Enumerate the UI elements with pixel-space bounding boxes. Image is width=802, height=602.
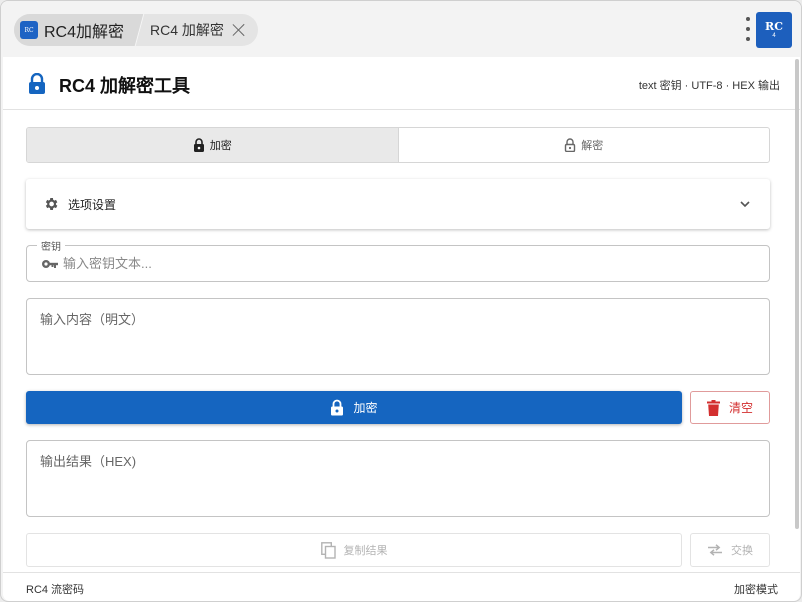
key-icon — [42, 259, 58, 268]
key-input[interactable] — [63, 256, 743, 271]
status-bar: RC4 流密码 加密模式 — [3, 572, 800, 601]
tab-rc4-active[interactable]: RC RC4加解密 — [14, 14, 135, 46]
copy-icon — [320, 541, 336, 559]
format-info: text 密钥 · UTF-8 · HEX 输出 — [638, 80, 780, 92]
gear-icon — [45, 198, 58, 210]
decrypt-mode-button[interactable]: 解密 — [399, 128, 770, 162]
swap-label: 交换 — [731, 545, 753, 557]
page-title: RC4 加解密工具 — [59, 76, 191, 96]
decrypt-mode-label: 解密 — [581, 140, 604, 152]
cipher-name: RC4 流密码 — [26, 584, 85, 596]
tab-group: RC RC4加解密 RC4 加解密 — [14, 14, 258, 46]
key-field-label: 密钥 — [37, 238, 65, 253]
output-field[interactable] — [26, 440, 770, 517]
mode-toggle: 加密 解密 — [26, 127, 770, 163]
tab-rc4-secondary[interactable]: RC4 加解密 — [134, 20, 246, 40]
swap-button[interactable]: 交换 — [690, 533, 770, 567]
brand-logo: RC 4 — [756, 12, 792, 48]
lock-icon — [193, 138, 204, 152]
encrypt-mode-button[interactable]: 加密 — [27, 128, 399, 162]
app-window: RC RC4加解密 RC4 加解密 RC 4 RC4 加解密工具 text 密钥… — [0, 0, 802, 602]
tab-label: RC4 加解密 — [150, 22, 224, 38]
close-icon[interactable] — [232, 23, 246, 37]
clear-button[interactable]: 清空 — [690, 391, 770, 424]
vertical-scrollbar[interactable] — [795, 59, 799, 529]
key-field: 密钥 — [26, 238, 770, 282]
clear-button-label: 清空 — [728, 401, 753, 415]
tab-bar: RC RC4加解密 RC4 加解密 RC 4 — [1, 1, 801, 57]
mode-status: 加密模式 — [734, 584, 778, 596]
lock-icon — [29, 73, 45, 94]
copy-result-label: 复制结果 — [343, 545, 388, 557]
trash-icon — [706, 399, 720, 416]
lock-icon — [331, 399, 344, 416]
swap-icon — [708, 544, 722, 556]
brand-num: 4 — [772, 32, 776, 39]
options-label: 选项设置 — [68, 197, 117, 212]
copy-result-button[interactable]: 复制结果 — [26, 533, 682, 567]
encrypt-button[interactable]: 加密 — [26, 391, 682, 424]
page-header: RC4 加解密工具 text 密钥 · UTF-8 · HEX 输出 — [3, 57, 800, 110]
encrypt-mode-label: 加密 — [209, 140, 232, 152]
more-menu-icon[interactable] — [745, 17, 751, 41]
encrypt-button-label: 加密 — [353, 401, 378, 415]
chevron-down-icon — [740, 201, 750, 208]
tab-label: RC4加解密 — [44, 24, 125, 41]
brand-rc: RC — [765, 19, 783, 33]
plaintext-input[interactable] — [26, 298, 770, 375]
main-card: RC4 加解密工具 text 密钥 · UTF-8 · HEX 输出 加密 解密 — [3, 57, 800, 601]
lock-open-icon — [565, 138, 576, 152]
app-icon: RC — [20, 21, 38, 39]
options-accordion[interactable]: 选项设置 — [26, 179, 770, 229]
